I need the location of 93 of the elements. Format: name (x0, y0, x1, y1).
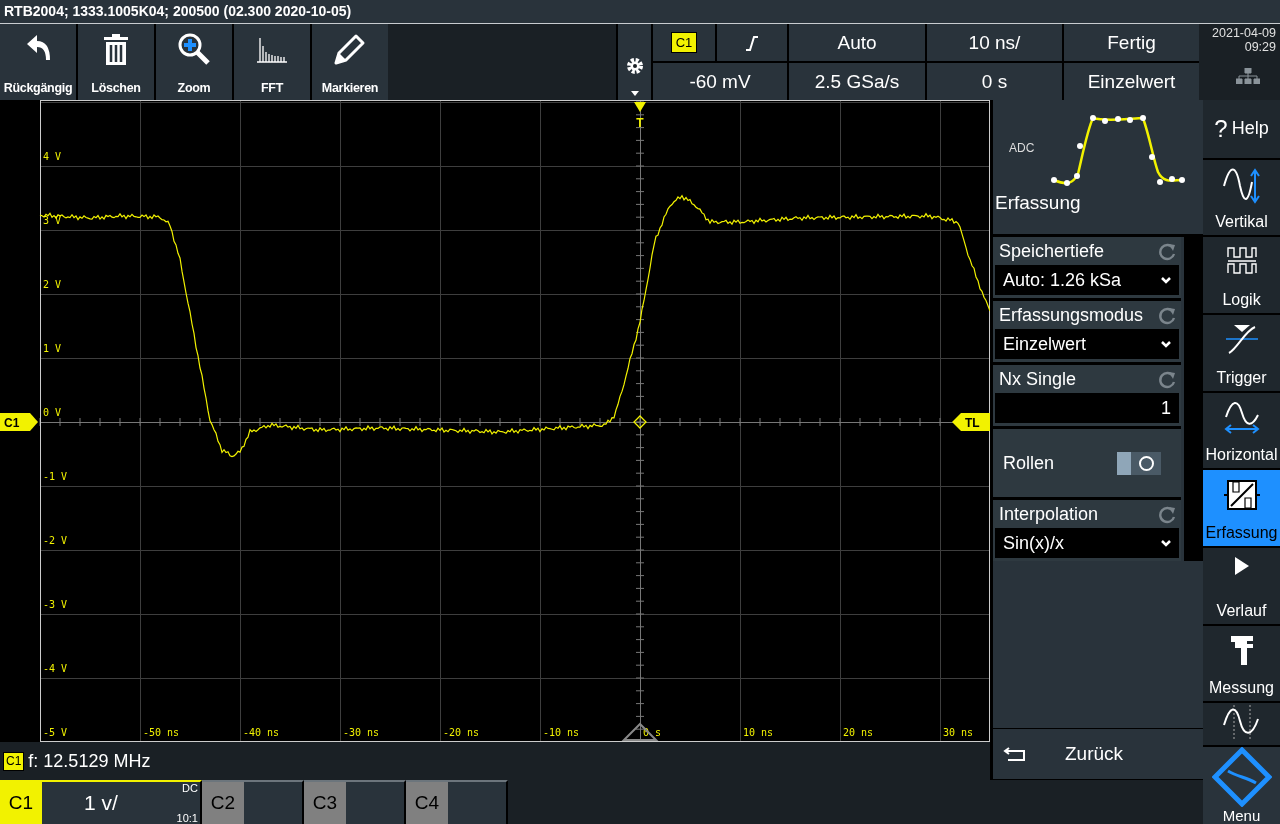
caret-icon[interactable] (630, 91, 639, 96)
side-menu-button[interactable]: ? Help (1203, 100, 1280, 158)
settings-icon[interactable] (625, 57, 644, 75)
axis-label: -4 V (43, 663, 68, 674)
channel-tab[interactable]: C4 (406, 782, 448, 824)
horizontal-wave-icon (1223, 400, 1260, 435)
rising-edge-icon (745, 34, 759, 51)
axis-label: 0 V (43, 407, 62, 418)
reset-icon[interactable] (1157, 241, 1177, 262)
pencil-icon (333, 32, 367, 66)
axis-label: 20 ns (843, 727, 874, 738)
dropdown-field[interactable]: Sin(x)/x (995, 528, 1179, 558)
trigger-level-marker[interactable]: TL (952, 413, 990, 431)
toolbar-button[interactable]: FFT (234, 24, 310, 100)
reset-icon[interactable] (1157, 369, 1177, 390)
setting-label: Rollen (1003, 452, 1055, 474)
side-menu-button[interactable]: Verlauf (1203, 547, 1280, 624)
vertical-scale: 1 v/ (84, 791, 118, 815)
caliper-icon (1228, 633, 1255, 666)
channel-badge: C1 (670, 32, 698, 53)
chevron-icon (1161, 340, 1171, 348)
date: 2021-04-09 (1212, 26, 1276, 40)
chevron-icon (1161, 539, 1171, 547)
axis-label: 1 V (43, 343, 62, 354)
axis-label: -50 ns (143, 727, 180, 738)
toolbar-button[interactable]: Markieren (312, 24, 388, 100)
timebase[interactable]: 10 ns/ (927, 24, 1062, 61)
dropdown-field[interactable]: Auto: 1.26 kSa (995, 265, 1179, 295)
side-menu-button[interactable]: Erfassung (1203, 470, 1280, 546)
axis-label: 30 ns (943, 727, 974, 738)
channel-tab[interactable]: C3 (304, 782, 346, 824)
window-title: RTB2004; 1333.1005K04; 200500 (02.300 2020-10-05) (0, 0, 1280, 24)
channel-badge: C1 (3, 751, 25, 771)
trigger-mode[interactable]: Auto (789, 24, 925, 61)
side-menu-button[interactable]: Logik (1203, 237, 1280, 313)
trigger-level[interactable]: -60 mV (653, 63, 787, 100)
channel-tab[interactable]: C2 (202, 782, 244, 824)
vertical-wave-icon (1221, 167, 1262, 204)
setting-label: Nx Single (999, 369, 1077, 390)
toolbar-button[interactable]: Zoom (156, 24, 232, 100)
trash-icon (103, 32, 129, 66)
channel-panel[interactable]: 1 v/ DC 10:1 (42, 782, 200, 824)
adc-label: ADC (1009, 141, 1035, 155)
axis-label: -5 V (43, 727, 68, 738)
axis-label: -2 V (43, 535, 68, 546)
setting-label: Speichertiefe (999, 241, 1105, 262)
setting-label: Erfassungsmodus (999, 305, 1144, 326)
axis-label: 4 V (43, 151, 62, 162)
side-menu-button[interactable]: Trigger (1203, 315, 1280, 391)
axis-label: -3 V (43, 599, 68, 610)
axis-label: -1 V (43, 471, 68, 482)
zoom-icon (177, 32, 211, 66)
logo-icon (1211, 747, 1272, 808)
menu-button[interactable]: Menu (1203, 747, 1280, 824)
number-field[interactable]: 1 (995, 393, 1179, 423)
axis-label: 10 ns (743, 727, 774, 738)
run-mode[interactable]: Einzelwert (1064, 63, 1199, 100)
reset-icon[interactable] (1157, 305, 1177, 326)
time: 09:29 (1244, 40, 1276, 54)
sample-rate[interactable]: 2.5 GSa/s (789, 63, 925, 100)
axis-label: -30 ns (343, 727, 380, 738)
trigger-position-icon (621, 722, 659, 741)
play-icon (1232, 555, 1251, 576)
side-menu-button[interactable]: Horizontal (1203, 392, 1280, 469)
axis-label: -20 ns (443, 727, 480, 738)
wave-icon[interactable] (1221, 703, 1262, 740)
time-offset[interactable]: 0 s (927, 63, 1062, 100)
logic-signal-icon (1225, 245, 1258, 276)
dropdown-field[interactable]: Einzelwert (995, 329, 1179, 359)
panel-title: Erfassung (994, 192, 1082, 214)
trigger-icon (1224, 323, 1259, 357)
axis-label: -10 ns (543, 727, 580, 738)
setting-label: Interpolation (999, 504, 1099, 525)
toggle-knob[interactable] (1117, 451, 1131, 475)
acquisition-state[interactable]: Fertig (1064, 24, 1199, 61)
trigger-point-icon (633, 415, 647, 429)
toolbar-button[interactable]: Rückgängig (0, 24, 76, 100)
axis-label: 2 V (43, 279, 62, 290)
frequency-reading: f: 12.5129 MHz (28, 750, 151, 772)
probe-ratio: 10:1 (176, 812, 198, 824)
side-menu-button[interactable]: Messung (1203, 625, 1280, 702)
axis-label: -40 ns (243, 727, 280, 738)
return-icon (1003, 746, 1027, 762)
toolbar-button[interactable]: Löschen (78, 24, 154, 100)
back-button[interactable]: Zurück (993, 728, 1206, 780)
network-icon (1235, 68, 1260, 84)
reset-icon[interactable] (1157, 504, 1177, 525)
side-menu-button[interactable]: Vertikal (1203, 159, 1280, 236)
chevron-icon (1161, 276, 1171, 284)
toggle-switch[interactable] (1117, 451, 1161, 475)
channel-marker[interactable]: C1 (0, 413, 38, 431)
channel-tab[interactable]: C1 (0, 782, 42, 824)
coupling-label: DC (182, 782, 198, 794)
